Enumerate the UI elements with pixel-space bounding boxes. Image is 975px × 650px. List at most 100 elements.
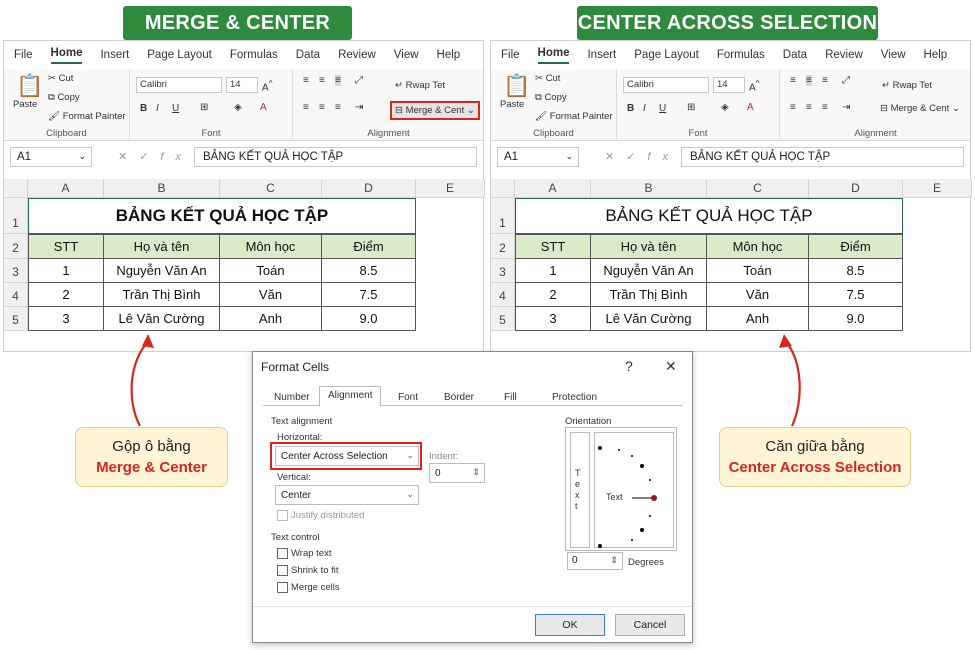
tab-alignment[interactable]: Alignment bbox=[319, 386, 382, 407]
row-header-5[interactable]: 5 bbox=[491, 307, 515, 331]
tab-fill[interactable]: Fill bbox=[495, 388, 526, 406]
fill-color-icon[interactable]: ◈ bbox=[234, 102, 242, 113]
top-align-icon[interactable]: ≡ bbox=[303, 75, 309, 86]
table-cell[interactable]: 2 bbox=[28, 283, 104, 307]
font-color-icon[interactable]: A bbox=[747, 102, 754, 113]
formula-input[interactable]: BẢNG KẾT QUẢ HỌC TẬP bbox=[194, 147, 477, 167]
underline-icon[interactable]: U bbox=[172, 103, 179, 114]
italic-icon[interactable]: I bbox=[156, 103, 159, 114]
row-header-3[interactable]: 3 bbox=[4, 259, 28, 283]
header-cell-subject[interactable]: Môn học bbox=[707, 234, 809, 259]
wrap-text-button[interactable]: ↵ Rwap Tet bbox=[882, 80, 932, 91]
table-cell[interactable]: Trần Thị Bình bbox=[104, 283, 220, 307]
tab-border[interactable]: Border bbox=[435, 388, 483, 406]
table-cell[interactable]: Lê Văn Cường bbox=[591, 307, 707, 331]
paste-icon[interactable]: 📋 bbox=[16, 73, 43, 99]
table-cell[interactable]: Văn bbox=[707, 283, 809, 307]
tab-review[interactable]: Review bbox=[825, 49, 863, 61]
tab-view[interactable]: View bbox=[881, 49, 906, 61]
col-header-d[interactable]: D bbox=[809, 179, 903, 198]
center-align-icon[interactable]: ≡ bbox=[319, 102, 325, 113]
format-painter-button[interactable]: 🖌 Format Painter bbox=[535, 111, 613, 122]
table-cell[interactable]: 3 bbox=[28, 307, 104, 331]
font-size-select[interactable]: 14 bbox=[713, 77, 745, 93]
font-name-select[interactable]: Calibri bbox=[623, 77, 709, 93]
center-align-icon[interactable]: ≡ bbox=[806, 102, 812, 113]
row-header-5[interactable]: 5 bbox=[4, 307, 28, 331]
merged-title-cell[interactable]: BẢNG KẾT QUẢ HỌC TẬP bbox=[28, 198, 416, 234]
col-header-e[interactable]: E bbox=[903, 179, 972, 198]
left-align-icon[interactable]: ≡ bbox=[790, 102, 796, 113]
merge-center-button[interactable]: ⊟ Merge & Cent ⌄ bbox=[390, 101, 480, 120]
tab-review[interactable]: Review bbox=[338, 49, 376, 61]
col-header-b[interactable]: B bbox=[104, 179, 220, 198]
bottom-align-icon[interactable]: ≡ bbox=[822, 75, 828, 86]
merge-cells-checkbox[interactable] bbox=[277, 582, 288, 593]
paste-icon[interactable]: 📋 bbox=[503, 73, 530, 99]
tab-data[interactable]: Data bbox=[296, 49, 320, 61]
paste-button[interactable]: Paste bbox=[13, 99, 37, 110]
name-box[interactable]: A1 ⌄ bbox=[497, 147, 579, 167]
increase-font-icon[interactable]: A^ bbox=[749, 78, 760, 93]
right-align-icon[interactable]: ≡ bbox=[335, 102, 341, 113]
middle-align-icon[interactable]: ≡ bbox=[806, 75, 812, 86]
font-color-icon[interactable]: A bbox=[260, 102, 267, 113]
increase-font-icon[interactable]: A^ bbox=[262, 78, 273, 93]
format-painter-button[interactable]: 🖌 Format Painter bbox=[48, 111, 126, 122]
table-cell[interactable]: 8.5 bbox=[322, 259, 416, 283]
formula-input[interactable]: BẢNG KẾT QUẢ HỌC TẬP bbox=[681, 147, 964, 167]
indent-stepper[interactable]: 0 ⇕ bbox=[429, 463, 485, 483]
row-header-2[interactable]: 2 bbox=[4, 234, 28, 259]
row-header-1[interactable]: 1 bbox=[491, 198, 515, 234]
cancel-button[interactable]: Cancel bbox=[615, 614, 685, 636]
row-header-4[interactable]: 4 bbox=[4, 283, 28, 307]
right-align-icon[interactable]: ≡ bbox=[822, 102, 828, 113]
table-cell[interactable]: Toán bbox=[220, 259, 322, 283]
bottom-align-icon[interactable]: ≡ bbox=[335, 75, 341, 86]
header-cell-stt[interactable]: STT bbox=[515, 234, 591, 259]
copy-button[interactable]: ⧉ Copy bbox=[535, 92, 567, 103]
tab-formulas[interactable]: Formulas bbox=[230, 49, 278, 61]
table-cell[interactable]: Anh bbox=[220, 307, 322, 331]
tab-insert[interactable]: Insert bbox=[587, 49, 616, 61]
tab-view[interactable]: View bbox=[394, 49, 419, 61]
header-cell-score[interactable]: Điểm bbox=[322, 234, 416, 259]
degrees-stepper[interactable]: 0 ⇕ bbox=[567, 552, 623, 570]
header-cell-name[interactable]: Họ và tên bbox=[104, 234, 220, 259]
table-cell[interactable]: Trần Thị Bình bbox=[591, 283, 707, 307]
col-header-c[interactable]: C bbox=[220, 179, 322, 198]
col-header-d[interactable]: D bbox=[322, 179, 416, 198]
tab-font[interactable]: Font bbox=[389, 388, 427, 406]
tab-file[interactable]: File bbox=[14, 49, 33, 61]
table-cell[interactable]: 3 bbox=[515, 307, 591, 331]
row-header-1[interactable]: 1 bbox=[4, 198, 28, 234]
table-cell[interactable]: Toán bbox=[707, 259, 809, 283]
table-cell[interactable]: 9.0 bbox=[809, 307, 903, 331]
table-cell[interactable]: Nguyễn Văn An bbox=[104, 259, 220, 283]
tab-page-layout[interactable]: Page Layout bbox=[634, 49, 699, 61]
top-align-icon[interactable]: ≡ bbox=[790, 75, 796, 86]
wrap-text-button[interactable]: ↵ Rwap Tet bbox=[395, 80, 445, 91]
table-cell[interactable]: Anh bbox=[707, 307, 809, 331]
centered-title-cell[interactable]: BẢNG KẾT QUẢ HỌC TẬP bbox=[515, 198, 903, 234]
merge-center-button[interactable]: ⊟ Merge & Cent ⌄ bbox=[880, 103, 960, 114]
table-cell[interactable]: Văn bbox=[220, 283, 322, 307]
tab-protection[interactable]: Protection bbox=[543, 388, 606, 406]
tab-home[interactable]: Home bbox=[50, 47, 83, 64]
table-cell[interactable]: 2 bbox=[515, 283, 591, 307]
header-cell-stt[interactable]: STT bbox=[28, 234, 104, 259]
tab-formulas[interactable]: Formulas bbox=[717, 49, 765, 61]
header-cell-score[interactable]: Điểm bbox=[809, 234, 903, 259]
font-size-select[interactable]: 14 bbox=[226, 77, 258, 93]
tab-file[interactable]: File bbox=[501, 49, 520, 61]
font-name-select[interactable]: Calibri bbox=[136, 77, 222, 93]
tab-data[interactable]: Data bbox=[783, 49, 807, 61]
italic-icon[interactable]: I bbox=[643, 103, 646, 114]
table-cell[interactable]: 8.5 bbox=[809, 259, 903, 283]
borders-icon[interactable]: ⊞ bbox=[200, 102, 208, 113]
col-header-e[interactable]: E bbox=[416, 179, 485, 198]
justify-distributed-checkbox[interactable] bbox=[277, 510, 288, 521]
header-cell-subject[interactable]: Môn học bbox=[220, 234, 322, 259]
cut-button[interactable]: ✂ Cut bbox=[535, 73, 560, 84]
fill-color-icon[interactable]: ◈ bbox=[721, 102, 729, 113]
